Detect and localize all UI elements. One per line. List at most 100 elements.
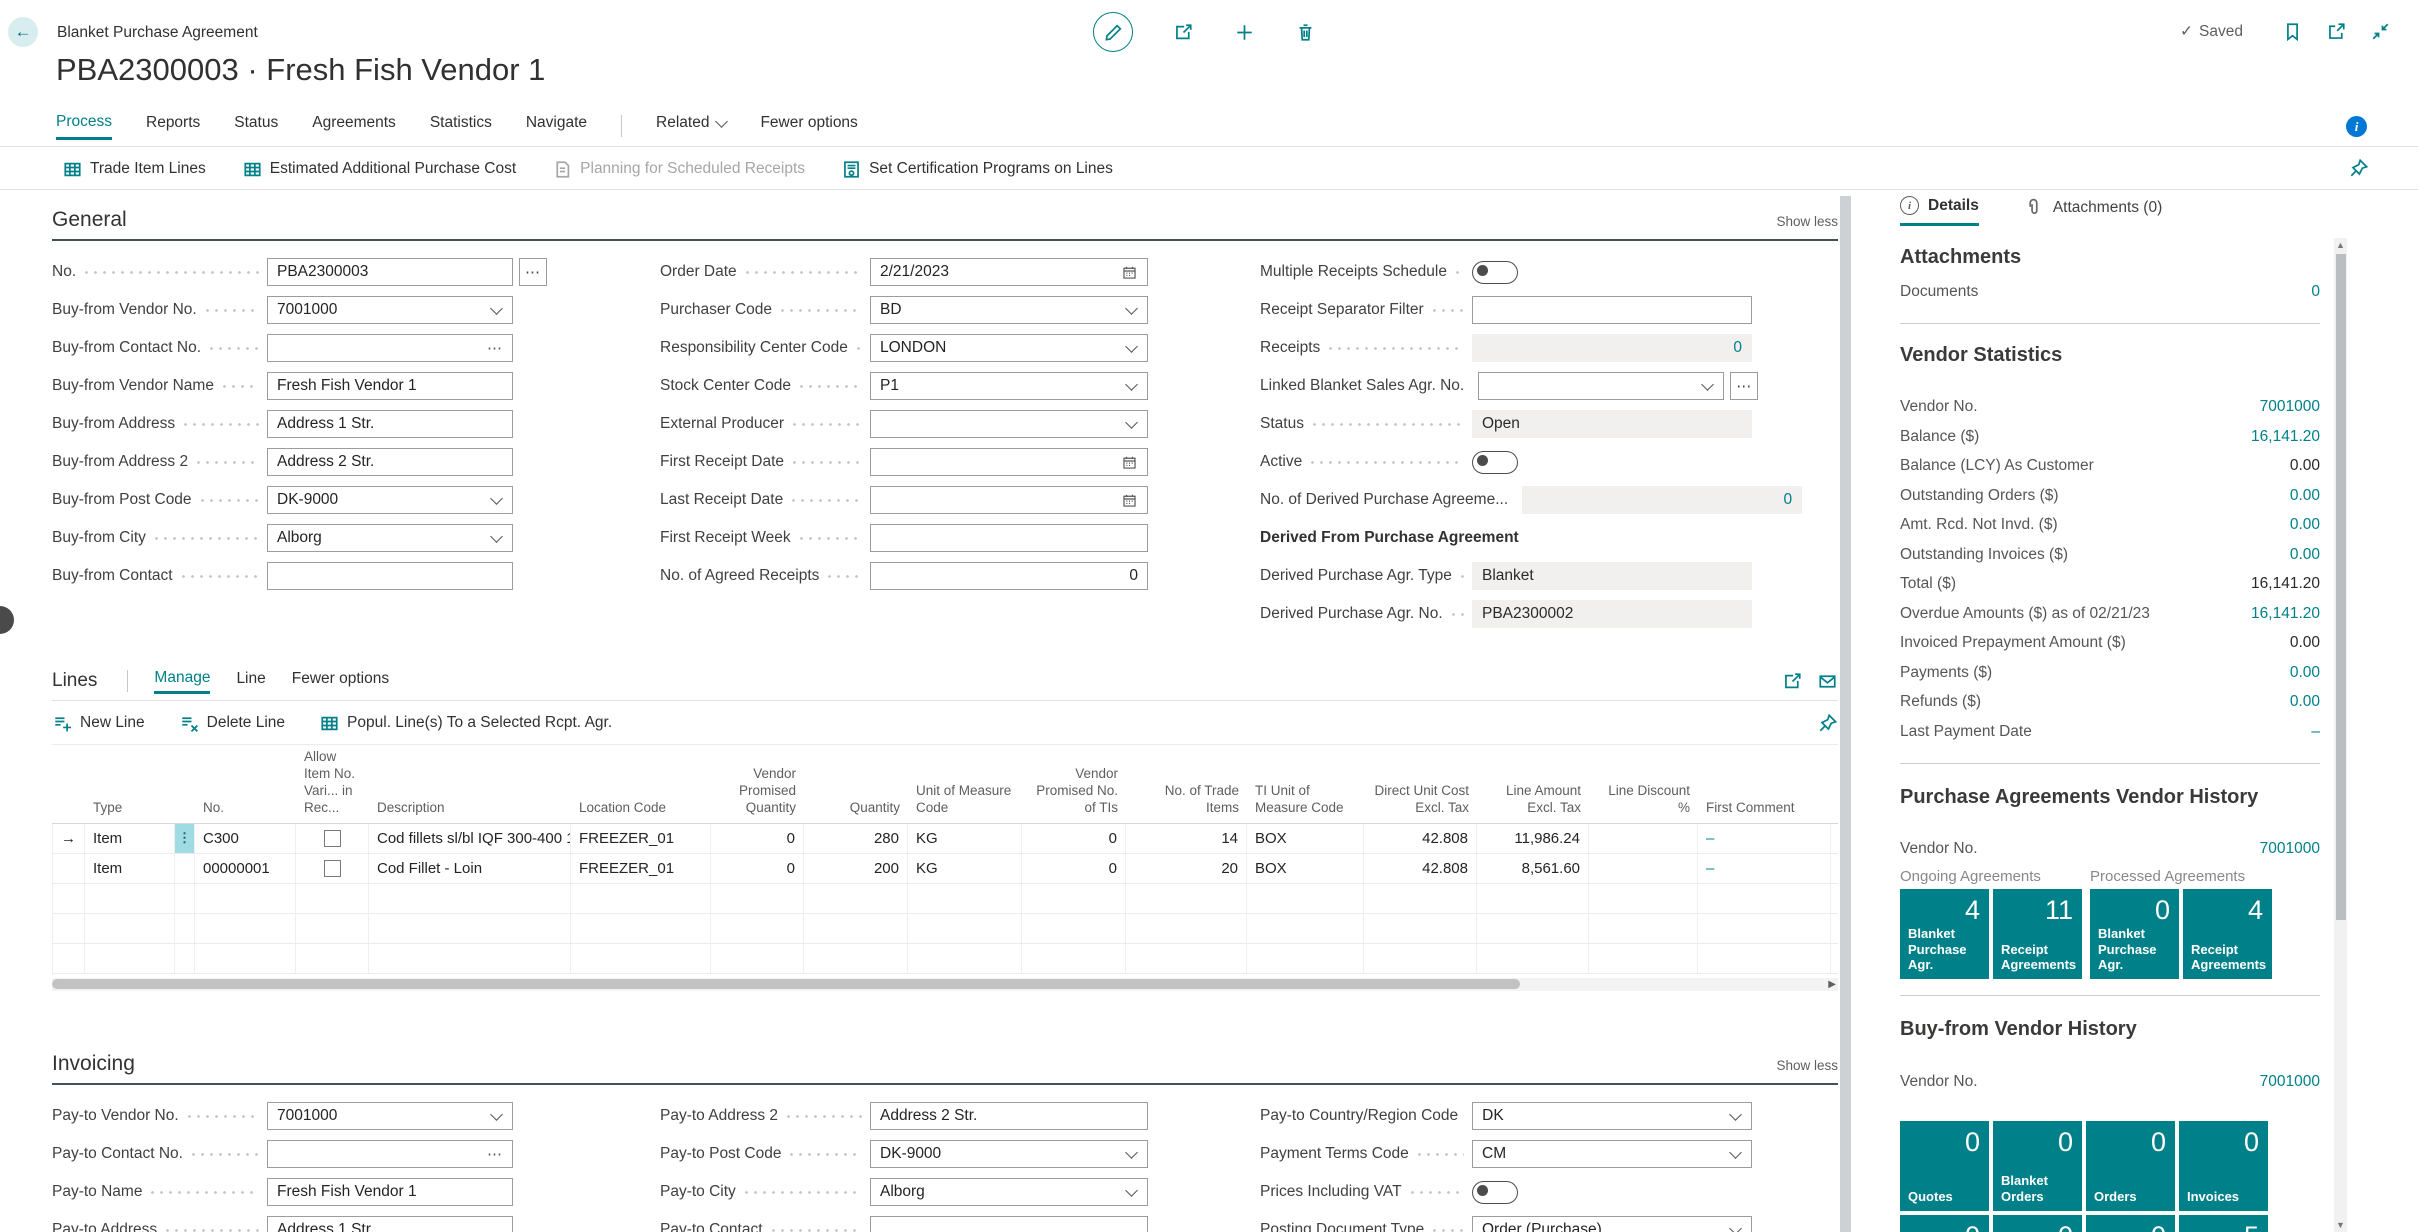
factbox-tab-attachments-0[interactable]: Attachments (0) bbox=[2023, 197, 2162, 226]
column-header-ti-unit-of-measure-code[interactable]: TI Unit of Measure Code bbox=[1247, 779, 1364, 823]
column-header-line-discount[interactable]: Line Discount % bbox=[1589, 779, 1698, 823]
invoicing-show-less-link[interactable]: Show less bbox=[1776, 1058, 1838, 1076]
cell-ti_uom[interactable]: BOX bbox=[1247, 823, 1364, 853]
empty-table-row[interactable] bbox=[52, 913, 1838, 944]
calendar-icon[interactable] bbox=[1113, 454, 1138, 471]
tile-value[interactable]: 5 bbox=[2179, 1214, 2268, 1232]
buy-from-contact-input[interactable] bbox=[267, 562, 513, 590]
chevron-down-icon[interactable] bbox=[1125, 1184, 1138, 1197]
cell-vendor_promised_qty[interactable]: 0 bbox=[711, 853, 804, 883]
column-header-no-of-trade-items[interactable]: No. of Trade Items bbox=[1126, 779, 1247, 823]
tile-orders[interactable]: 0 Orders bbox=[2086, 1120, 2175, 1211]
stock-center-code-input[interactable]: P1 bbox=[870, 372, 1148, 400]
tile-blanket-purchase-agr[interactable]: 0 Blanket Purchase Agr. bbox=[2090, 889, 2179, 979]
cell-line_discount[interactable] bbox=[1589, 853, 1698, 883]
row-grip-icon[interactable]: ⋮ bbox=[175, 823, 195, 853]
chevron-down-icon[interactable] bbox=[1125, 340, 1138, 353]
calendar-icon[interactable] bbox=[1113, 492, 1138, 509]
lines-tab-fewer-options[interactable]: Fewer options bbox=[292, 670, 389, 692]
lines-horizontal-scrollbar[interactable]: ▶ bbox=[52, 977, 1838, 991]
pay-to-vendor-no-input[interactable]: 7001000 bbox=[267, 1102, 513, 1130]
side-panel-handle[interactable] bbox=[0, 606, 14, 634]
pay-to-address-input[interactable]: Address 1 Str. bbox=[267, 1216, 513, 1232]
column-header-description[interactable]: Description bbox=[369, 796, 571, 823]
tab-reports[interactable]: Reports bbox=[146, 114, 200, 138]
cell-first_comment[interactable]: – bbox=[1698, 823, 1831, 853]
column-header-vendor-promised-no-of-tis[interactable]: Vendor Promised No. of TIs bbox=[1022, 762, 1126, 823]
cell-vendor_promised_tis[interactable]: 0 bbox=[1022, 853, 1126, 883]
tile-value[interactable]: 0 bbox=[2086, 1214, 2175, 1232]
buy-from-address-2-input[interactable]: Address 2 Str. bbox=[267, 448, 513, 476]
chevron-down-icon[interactable] bbox=[490, 1108, 503, 1121]
scrollbar-thumb[interactable] bbox=[52, 979, 1520, 989]
first-receipt-week-input[interactable] bbox=[870, 524, 1148, 552]
tab-status[interactable]: Status bbox=[234, 114, 278, 138]
main-scrollbar[interactable] bbox=[1840, 196, 1851, 1232]
scroll-up-arrow[interactable]: ▲ bbox=[2334, 240, 2347, 250]
action-planning-for-scheduled-receipts[interactable]: Planning for Scheduled Receipts bbox=[552, 159, 805, 180]
tab-fewer-options[interactable]: Fewer options bbox=[760, 114, 857, 138]
cell-handle[interactable] bbox=[175, 853, 195, 883]
lines-action-delete-line[interactable]: Delete Line bbox=[179, 713, 285, 734]
share-icon-button[interactable] bbox=[1782, 671, 1803, 692]
cell-no_of_trade_items[interactable]: 20 bbox=[1126, 853, 1247, 883]
share-icon-button[interactable] bbox=[1173, 22, 1194, 43]
column-header-type[interactable]: Type bbox=[85, 796, 175, 823]
chevron-down-icon[interactable] bbox=[1729, 1146, 1742, 1159]
chevron-down-icon[interactable] bbox=[490, 530, 503, 543]
cell-quantity[interactable]: 200 bbox=[804, 853, 908, 883]
general-show-less-link[interactable]: Show less bbox=[1776, 214, 1838, 232]
tile-value[interactable]: 0 bbox=[1900, 1214, 1989, 1232]
tile-value[interactable]: 0 bbox=[1993, 1214, 2082, 1232]
buy-from-vendor-name-input[interactable]: Fresh Fish Vendor 1 bbox=[267, 372, 513, 400]
tab-agreements[interactable]: Agreements bbox=[312, 114, 396, 138]
buy-from-contact-no-input[interactable]: ⋯ bbox=[267, 334, 513, 362]
chevron-down-icon[interactable] bbox=[1701, 378, 1715, 391]
lines-tab-line[interactable]: Line bbox=[236, 670, 265, 692]
action-estimated-additional-purchase-cost[interactable]: Estimated Additional Purchase Cost bbox=[242, 159, 516, 180]
ellipsis-icon[interactable]: ⋯ bbox=[487, 1145, 503, 1163]
table-row[interactable]: Item 00000001 Cod Fillet - Loin FREEZER_01 0… bbox=[52, 853, 1838, 884]
purchaser-code-input[interactable]: BD bbox=[870, 296, 1148, 324]
pin-icon[interactable] bbox=[2348, 158, 2369, 179]
assist-edit-button[interactable]: ⋯ bbox=[1730, 372, 1759, 400]
empty-table-row[interactable] bbox=[52, 943, 1838, 974]
pay-to-contact-no-input[interactable]: ⋯ bbox=[267, 1140, 513, 1168]
buy-from-post-code-input[interactable]: DK-9000 bbox=[267, 486, 513, 514]
chevron-down-icon[interactable] bbox=[1729, 1222, 1742, 1232]
delete-icon-button[interactable] bbox=[1295, 22, 1316, 43]
cell-location_code[interactable]: FREEZER_01 bbox=[571, 823, 711, 853]
back-button[interactable]: ← bbox=[8, 17, 38, 47]
external-producer-input[interactable] bbox=[870, 410, 1148, 438]
pin-icon[interactable] bbox=[1817, 713, 1838, 734]
chevron-down-icon[interactable] bbox=[1125, 378, 1138, 391]
posting-document-type-input[interactable]: Order (Purchase) bbox=[1472, 1216, 1752, 1232]
add-icon-button[interactable] bbox=[1234, 22, 1255, 43]
action-set-certification-programs-on-lines[interactable]: Set Certification Programs on Lines bbox=[841, 159, 1113, 180]
collapse-icon-button[interactable] bbox=[2370, 21, 2391, 42]
mail-icon-button[interactable] bbox=[1817, 671, 1838, 692]
cell-ti_uom[interactable]: BOX bbox=[1247, 853, 1364, 883]
popout-icon-button[interactable] bbox=[2326, 21, 2347, 42]
chevron-down-icon[interactable] bbox=[1125, 302, 1138, 315]
column-header-vendor-promised-quantity[interactable]: Vendor Promised Quantity bbox=[711, 762, 804, 823]
chevron-down-icon[interactable] bbox=[490, 492, 503, 505]
cell-vendor_promised_tis[interactable]: 0 bbox=[1022, 823, 1126, 853]
action-trade-item-lines[interactable]: Trade Item Lines bbox=[62, 159, 206, 180]
order-date-input[interactable]: 2/21/2023 bbox=[870, 258, 1148, 286]
receipt-separator-filter-input[interactable] bbox=[1472, 296, 1752, 324]
chevron-down-icon[interactable] bbox=[490, 302, 503, 315]
empty-table-row[interactable] bbox=[52, 883, 1838, 914]
tile-receipt-agreements[interactable]: 4 Receipt Agreements bbox=[2183, 889, 2272, 979]
cell-allow_variance[interactable] bbox=[296, 823, 369, 853]
scroll-right-arrow[interactable]: ▶ bbox=[1828, 978, 1836, 991]
responsibility-center-code-input[interactable]: LONDON bbox=[870, 334, 1148, 362]
cell-quantity[interactable]: 280 bbox=[804, 823, 908, 853]
tab-navigate[interactable]: Navigate bbox=[526, 114, 587, 138]
column-header-first-comment[interactable]: First Comment bbox=[1698, 796, 1831, 823]
column-header-unit-of-measure-code[interactable]: Unit of Measure Code bbox=[908, 779, 1022, 823]
tab-process[interactable]: Process bbox=[56, 113, 112, 140]
multiple-receipts-schedule-toggle[interactable] bbox=[1472, 260, 1518, 284]
lines-tab-manage[interactable]: Manage bbox=[154, 669, 211, 694]
chevron-down-icon[interactable] bbox=[1125, 416, 1138, 429]
